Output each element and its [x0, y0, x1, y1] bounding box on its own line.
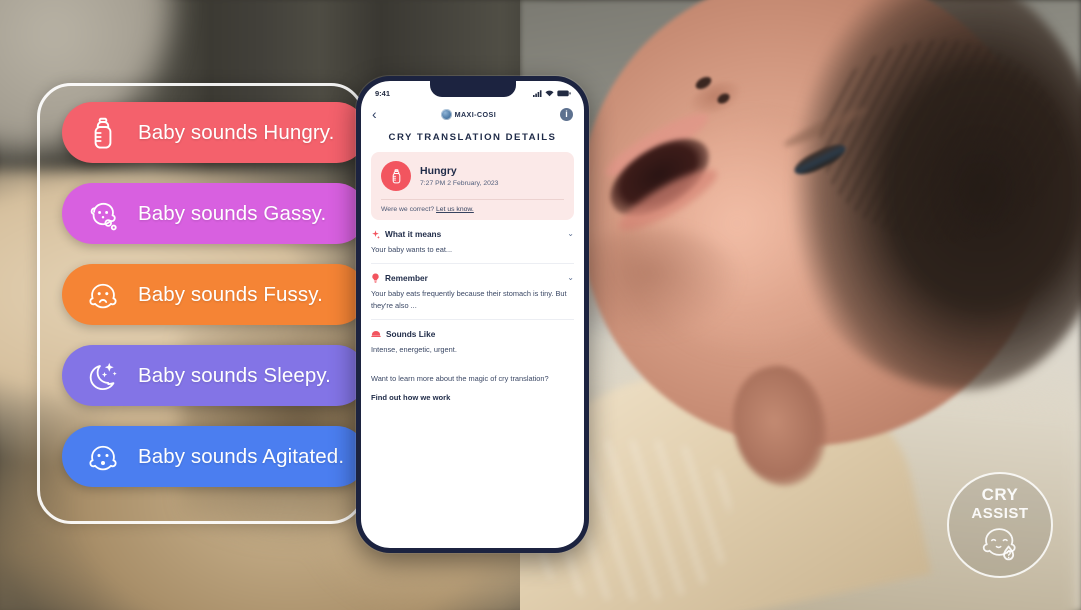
back-button[interactable]: ‹: [372, 107, 377, 121]
badge-line-2: ASSIST: [971, 505, 1029, 522]
feedback-row: Were we correct? Let us know.: [381, 206, 564, 213]
page-title: CRY TRANSLATION DETAILS: [388, 132, 557, 143]
pill-label: Baby sounds Agitated.: [138, 444, 345, 468]
how-we-work-link[interactable]: Find out how we work: [371, 393, 574, 402]
detail-sections: What it means ⌄ Your baby wants to eat..…: [361, 220, 584, 364]
card-divider: [381, 199, 564, 200]
brand-mark-icon: [440, 108, 452, 120]
baby-agitated-icon: [89, 445, 117, 470]
pill-hungry[interactable]: Baby sounds Hungry.: [62, 102, 367, 163]
pill-sleepy[interactable]: Baby sounds Sleepy.: [62, 345, 367, 406]
moon-sparkle-icon: [89, 362, 117, 390]
section-what-it-means[interactable]: What it means ⌄ Your baby wants to eat..…: [371, 220, 574, 265]
learn-more-block: Want to learn more about the magic of cr…: [361, 364, 584, 402]
section-body: Your baby eats frequently because their …: [371, 289, 567, 310]
phone-screen: 9:41 ‹ MAXI-COSI i CRY TRANSLATION DETAI…: [361, 81, 584, 548]
promo-scene: Baby sounds Hungry. Baby sounds Gassy. B…: [0, 0, 1081, 610]
baby-frown-icon: [89, 283, 117, 308]
cry-type-pill-list: Baby sounds Hungry. Baby sounds Gassy. B…: [62, 102, 367, 487]
pill-label: Baby sounds Gassy.: [138, 201, 327, 225]
chevron-down-icon[interactable]: ⌄: [567, 274, 574, 282]
crying-baby-teardrop-question-icon: [982, 528, 1016, 561]
section-title: Remember: [385, 273, 428, 284]
status-time: 9:41: [375, 88, 391, 98]
lightbulb-icon: [372, 273, 379, 284]
pill-label: Baby sounds Fussy.: [138, 282, 323, 306]
pill-fussy[interactable]: Baby sounds Fussy.: [62, 264, 367, 325]
info-icon[interactable]: i: [560, 107, 573, 121]
signal-icon: [533, 89, 542, 97]
section-title: Sounds Like: [386, 329, 436, 340]
baby-hair-wisps: [820, 40, 1060, 240]
app-bar: ‹ MAXI-COSI i: [361, 101, 584, 127]
sparkle-icon: [372, 229, 380, 239]
cry-assist-badge: CRY ASSIST: [947, 472, 1053, 578]
section-body: Your baby wants to eat...: [371, 245, 453, 254]
battery-icon: [557, 90, 571, 96]
result-bottle-icon: [381, 161, 411, 191]
pill-gassy[interactable]: Baby sounds Gassy.: [62, 183, 367, 244]
baby-bottle-icon: [94, 117, 112, 148]
section-body: Intense, energetic, urgent.: [371, 345, 457, 355]
maxi-cosi-logo: MAXI-COSI: [440, 108, 497, 120]
section-remember[interactable]: Remember ⌄ Your baby eats frequently bec…: [371, 264, 574, 321]
chevron-down-icon[interactable]: ⌄: [567, 230, 574, 238]
pill-label: Baby sounds Hungry.: [138, 120, 335, 144]
badge-line-1: CRY: [981, 485, 1019, 504]
learn-more-question: Want to learn more about the magic of cr…: [371, 373, 549, 383]
let-us-know-link[interactable]: Let us know.: [436, 206, 474, 213]
pill-agitated[interactable]: Baby sounds Agitated.: [62, 426, 367, 487]
wifi-icon: [545, 90, 554, 96]
baby-bubbles-icon: [90, 202, 117, 230]
megaphone-icon: [371, 330, 381, 337]
brand-name: MAXI-COSI: [454, 109, 497, 119]
phone-mockup: 9:41 ‹ MAXI-COSI i CRY TRANSLATION DETAI…: [356, 76, 589, 553]
result-cry-type: Hungry: [420, 164, 457, 177]
section-title: What it means: [385, 229, 442, 239]
cry-result-card: Hungry 7:27 PM 2 February, 2023 Were we …: [371, 152, 574, 220]
result-timestamp: 7:27 PM 2 February, 2023: [420, 180, 499, 188]
section-sounds-like[interactable]: Sounds Like Intense, energetic, urgent.: [371, 320, 574, 363]
pill-label: Baby sounds Sleepy.: [138, 363, 331, 387]
status-bar: 9:41: [361, 81, 584, 101]
feedback-prompt: Were we correct?: [381, 206, 435, 213]
